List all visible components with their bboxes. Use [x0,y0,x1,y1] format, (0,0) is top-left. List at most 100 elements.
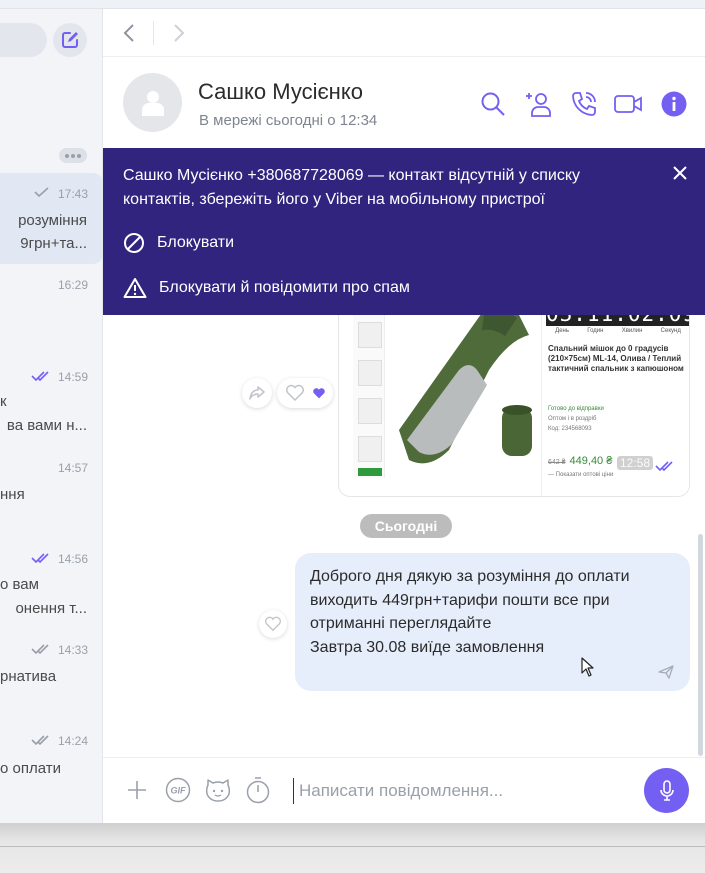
chat-list-item[interactable]: 14:56 о вам онення т... [0,544,102,624]
heart-filled-icon [312,387,325,398]
timer-button[interactable] [244,776,272,804]
contact-status: В мережі сьогодні о 12:34 [199,112,378,129]
delivered-check-icon [33,186,51,200]
mouse-cursor-icon [581,657,594,677]
chat-time: 14:24 [57,734,88,748]
timer-label: Секунд [660,328,681,334]
chat-list-item[interactable]: 14:24 о оплати [0,726,102,796]
unknown-contact-banner: Сашко Мусієнко +380687728069 — контакт в… [103,148,705,315]
contact-avatar[interactable] [123,73,182,132]
chat-time: 14:59 [57,370,88,384]
forward-button[interactable] [169,23,189,43]
chat-header: Сашко Мусієнко В мережі сьогодні о 12:34 [103,58,705,148]
ready-label: Готово до відправки [548,406,604,412]
close-icon [673,166,687,180]
info-button[interactable] [659,89,689,119]
block-spam-label: Блокувати й повідомити про спам [159,279,410,296]
chat-preview: рнатива [0,668,57,685]
product-code: Код: 234568093 [548,426,592,432]
delivered-check-icon [31,734,51,748]
wholesale-label: Оптом і в роздріб [548,416,597,422]
chat-list-item[interactable]: 14:33 рнатива [0,635,102,705]
add-participant-button[interactable] [524,89,554,119]
block-button[interactable]: Блокувати [123,232,234,254]
image-message-time: 12:58 [617,456,654,470]
viber-window: 17:43 розуміння 9грн+та... 16:29 14:59 к… [0,0,705,823]
delivered-check-icon [31,643,51,657]
search-field[interactable] [0,23,47,57]
block-label: Блокувати [157,234,235,251]
timer-labels: День Годин Хвилин Секунд [546,328,689,334]
chat-list-item[interactable]: 14:59 к ва вами н... [0,362,102,442]
show-wholesale-prices: — Показати оптові ціни [548,472,614,478]
chat-preview: о вам [0,576,39,593]
block-icon [124,233,144,253]
nav-divider [153,21,154,45]
window-top-strip [0,0,705,9]
block-and-report-button[interactable]: Блокувати й повідомити про спам [123,277,410,299]
timer-label: Хвилин [621,328,643,334]
chat-time: 14:33 [57,643,88,657]
sent-icon [658,665,674,679]
timer-label: Годин [587,328,604,334]
video-call-icon [614,95,642,113]
chevron-right-icon [174,24,185,42]
chat-preview: к [0,393,7,410]
conversation-scrollbar[interactable] [698,534,703,756]
voice-message-button[interactable] [644,768,689,813]
product-thumbnails [353,300,385,478]
chat-time: 17:43 [57,187,88,201]
desktop-divider [0,846,705,847]
microphone-icon [659,779,674,801]
chat-list-item[interactable]: 16:29 [0,271,102,331]
compose-icon [62,32,78,48]
video-call-button[interactable] [613,89,643,119]
chat-time: 14:56 [57,552,88,566]
sticker-icon [205,779,231,802]
navigation-bar [103,9,705,57]
chat-preview: онення т... [15,600,87,617]
chevron-left-icon [123,24,134,42]
read-check-icon [655,461,673,472]
contact-name[interactable]: Сашко Мусієнко [198,79,363,105]
info-icon [661,91,687,117]
sticker-button[interactable] [204,776,232,804]
message-input[interactable] [293,778,623,804]
old-price: 642 ₴ [548,459,566,466]
more-dots-icon[interactable] [59,148,87,163]
banner-close-button[interactable] [671,164,689,182]
conversation-panel: Сашко Мусієнко В мережі сьогодні о 12:34… [103,9,705,823]
heart-outline-icon [265,616,281,632]
date-separator: Сьогодні [360,514,452,538]
voice-call-button[interactable] [569,89,599,119]
read-check-icon [31,370,51,384]
chat-time: 16:29 [57,278,88,292]
like-button[interactable] [259,610,287,638]
search-button[interactable] [478,89,508,119]
thumbnail-scroll [358,468,382,476]
search-icon [481,92,505,116]
thumbnail [358,322,382,348]
thumbnail [358,360,382,386]
sleeping-bag-image [399,306,532,464]
forward-message-button[interactable] [242,378,272,408]
share-icon [249,386,265,400]
read-check-icon [31,552,51,566]
gif-button[interactable]: GIF [164,776,192,804]
like-reaction[interactable] [277,378,333,408]
thumbnail [358,436,382,462]
chat-list-item[interactable]: 17:43 розуміння 9грн+та... [0,173,102,264]
back-button[interactable] [119,23,139,43]
product-price: 642 ₴ 449,40 ₴ [548,455,612,467]
image-message[interactable]: 03:11:02:09 День Годин Хвилин Секунд Спа… [338,299,690,497]
outgoing-message[interactable]: Доброго дня дякую за розуміння до оплати… [295,553,690,691]
timer-icon [246,777,270,804]
timer-label: День [555,328,569,334]
svg-text:GIF: GIF [171,786,187,796]
attach-button[interactable] [123,776,151,804]
plus-icon [128,781,146,799]
voice-call-icon [572,92,596,116]
compose-button[interactable] [53,23,87,57]
chat-list-item[interactable]: 14:57 ння [0,453,102,523]
add-participant-icon [526,93,551,117]
